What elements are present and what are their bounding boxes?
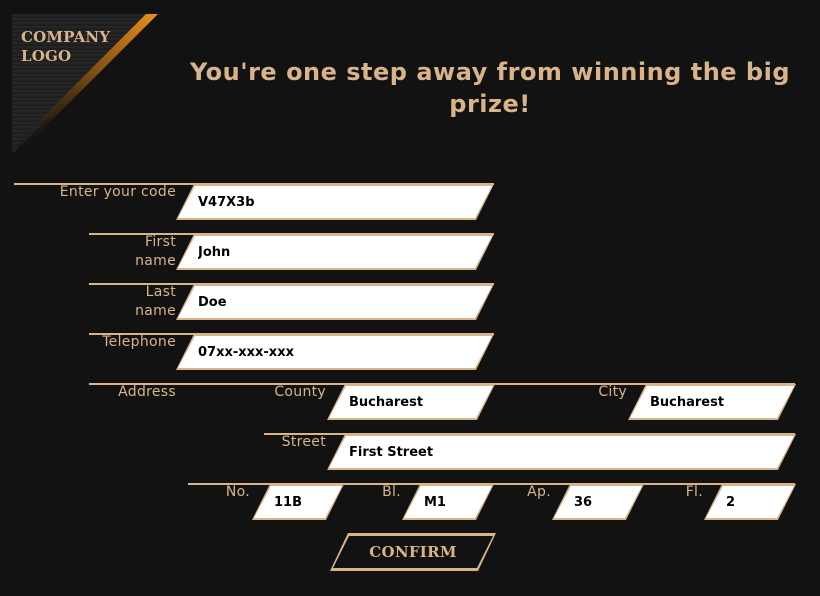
county-label: County (274, 384, 326, 400)
address-label: Address (118, 384, 176, 400)
code-label: Enter your code (59, 184, 176, 200)
last-name-input[interactable] (178, 286, 492, 318)
company-logo: COMPANY LOGO (12, 14, 158, 154)
telephone-field[interactable] (176, 334, 494, 370)
confirm-button[interactable]: CONFIRM (330, 533, 496, 571)
street-field[interactable] (327, 434, 796, 470)
block-input[interactable] (404, 486, 492, 518)
county-input[interactable] (329, 386, 493, 418)
telephone-input[interactable] (178, 336, 492, 368)
last-name-field[interactable] (176, 284, 494, 320)
first-name-input[interactable] (178, 236, 492, 268)
apartment-input[interactable] (554, 486, 642, 518)
telephone-label: Telephone (102, 334, 176, 350)
last-name-label: Last name (89, 283, 176, 321)
city-field[interactable] (628, 384, 796, 420)
block-label: Bl. (382, 484, 401, 500)
logo-text: COMPANY LOGO (21, 28, 110, 66)
last-name-label-line-2: name (135, 303, 176, 319)
logo-line-2: LOGO (21, 47, 72, 65)
apartment-field[interactable] (552, 484, 644, 520)
page-headline: You're one step away from winning the bi… (190, 58, 790, 118)
confirm-button-label: CONFIRM (333, 536, 493, 568)
number-input[interactable] (254, 486, 342, 518)
last-name-label-line-1: Last (145, 284, 176, 300)
block-field[interactable] (402, 484, 494, 520)
number-label: No. (225, 484, 250, 500)
floor-input[interactable] (706, 486, 794, 518)
city-input[interactable] (630, 386, 794, 418)
first-name-label-line-1: First (145, 234, 176, 250)
floor-field[interactable] (704, 484, 796, 520)
street-input[interactable] (329, 436, 794, 468)
logo-line-1: COMPANY (21, 28, 111, 46)
first-name-field[interactable] (176, 234, 494, 270)
first-name-label-line-2: name (135, 253, 176, 269)
first-name-label: First name (89, 233, 176, 271)
code-input[interactable] (178, 186, 492, 218)
floor-label: Fl. (685, 484, 703, 500)
city-label: City (598, 384, 627, 400)
county-field[interactable] (327, 384, 495, 420)
number-field[interactable] (252, 484, 344, 520)
street-label: Street (281, 434, 326, 450)
apartment-label: Ap. (527, 484, 551, 500)
code-field[interactable] (176, 184, 494, 220)
